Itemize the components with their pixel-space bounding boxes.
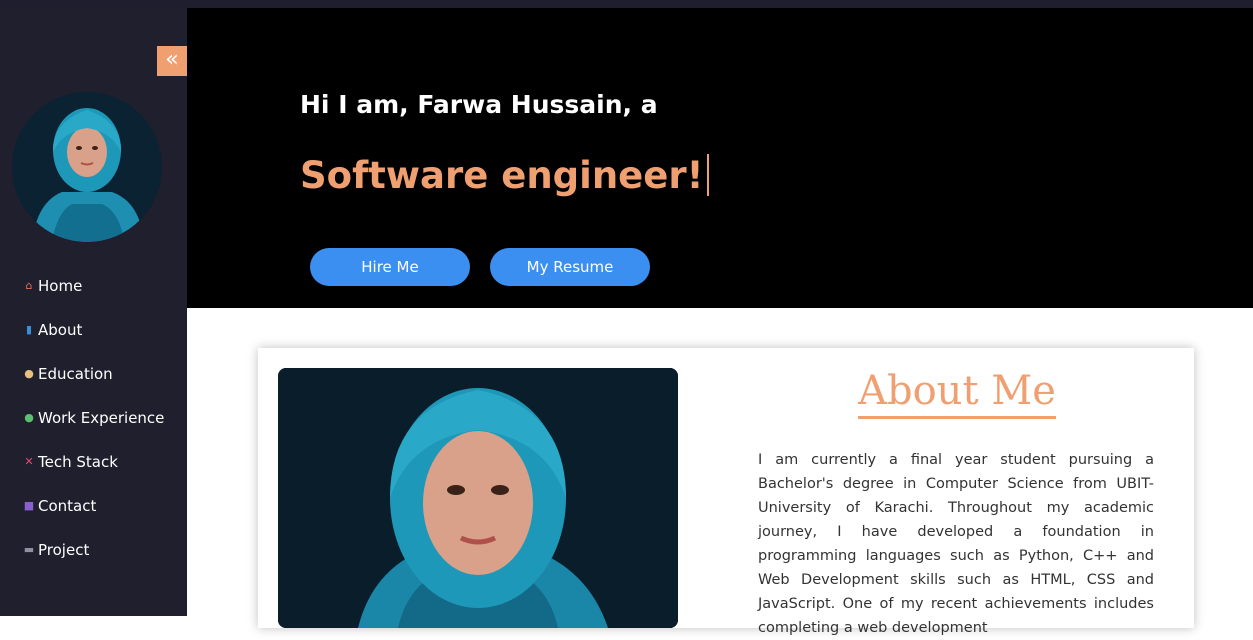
about-photo [278,368,678,628]
my-resume-button[interactable]: My Resume [490,248,650,286]
about-card: About Me I am currently a final year stu… [258,348,1194,636]
collapse-sidebar-button[interactable]: « [157,46,187,76]
sidebar-item-about[interactable]: ▮ About [22,308,164,352]
sidebar-item-label: Education [38,365,113,383]
about-paragraph: I am currently a final year student purs… [758,452,1154,636]
hire-me-button[interactable]: Hire Me [310,248,470,286]
about-title: About Me [738,368,1176,419]
sidebar-item-education[interactable]: ● Education [22,352,164,396]
sidebar-item-label: About [38,321,83,339]
sidebar-item-label: Project [38,541,90,559]
sidebar-item-work-experience[interactable]: ● Work Experience [22,396,164,440]
sidebar-item-label: Tech Stack [38,453,118,471]
student-icon: ● [24,367,34,380]
sidebar: « ⌂ Home ▮ About ● Education ● Work Expe… [0,8,187,616]
sidebar-item-label: Contact [38,497,97,515]
top-bar [0,0,1253,8]
hero-greeting: Hi I am, Farwa Hussain, a [300,90,658,119]
about-photo-image [278,368,678,628]
sidebar-item-tech-stack[interactable]: ✕ Tech Stack [22,440,164,484]
sidebar-item-project[interactable]: ▬ Project [22,528,164,572]
info-icon: ▮ [25,323,33,336]
typing-cursor [707,154,710,196]
hero-role: Software engineer! [300,154,710,197]
profile-photo [12,92,162,242]
hero-section: Hi I am, Farwa Hussain, a Software engin… [187,8,1253,308]
sidebar-item-label: Work Experience [38,409,165,427]
tools-icon: ✕ [24,455,34,468]
profile-avatar [12,92,162,242]
home-icon: ⌂ [25,279,33,292]
sidebar-item-contact[interactable]: ■ Contact [22,484,164,528]
worker-icon: ● [24,411,34,424]
about-title-text: About Me [858,368,1056,419]
project-icon: ▬ [23,543,35,556]
sidebar-nav: ⌂ Home ▮ About ● Education ● Work Experi… [22,264,165,572]
sidebar-item-home[interactable]: ⌂ Home [22,264,164,308]
hero-role-text: Software engineer! [300,154,704,197]
contact-icon: ■ [23,499,35,512]
sidebar-item-label: Home [38,277,83,295]
